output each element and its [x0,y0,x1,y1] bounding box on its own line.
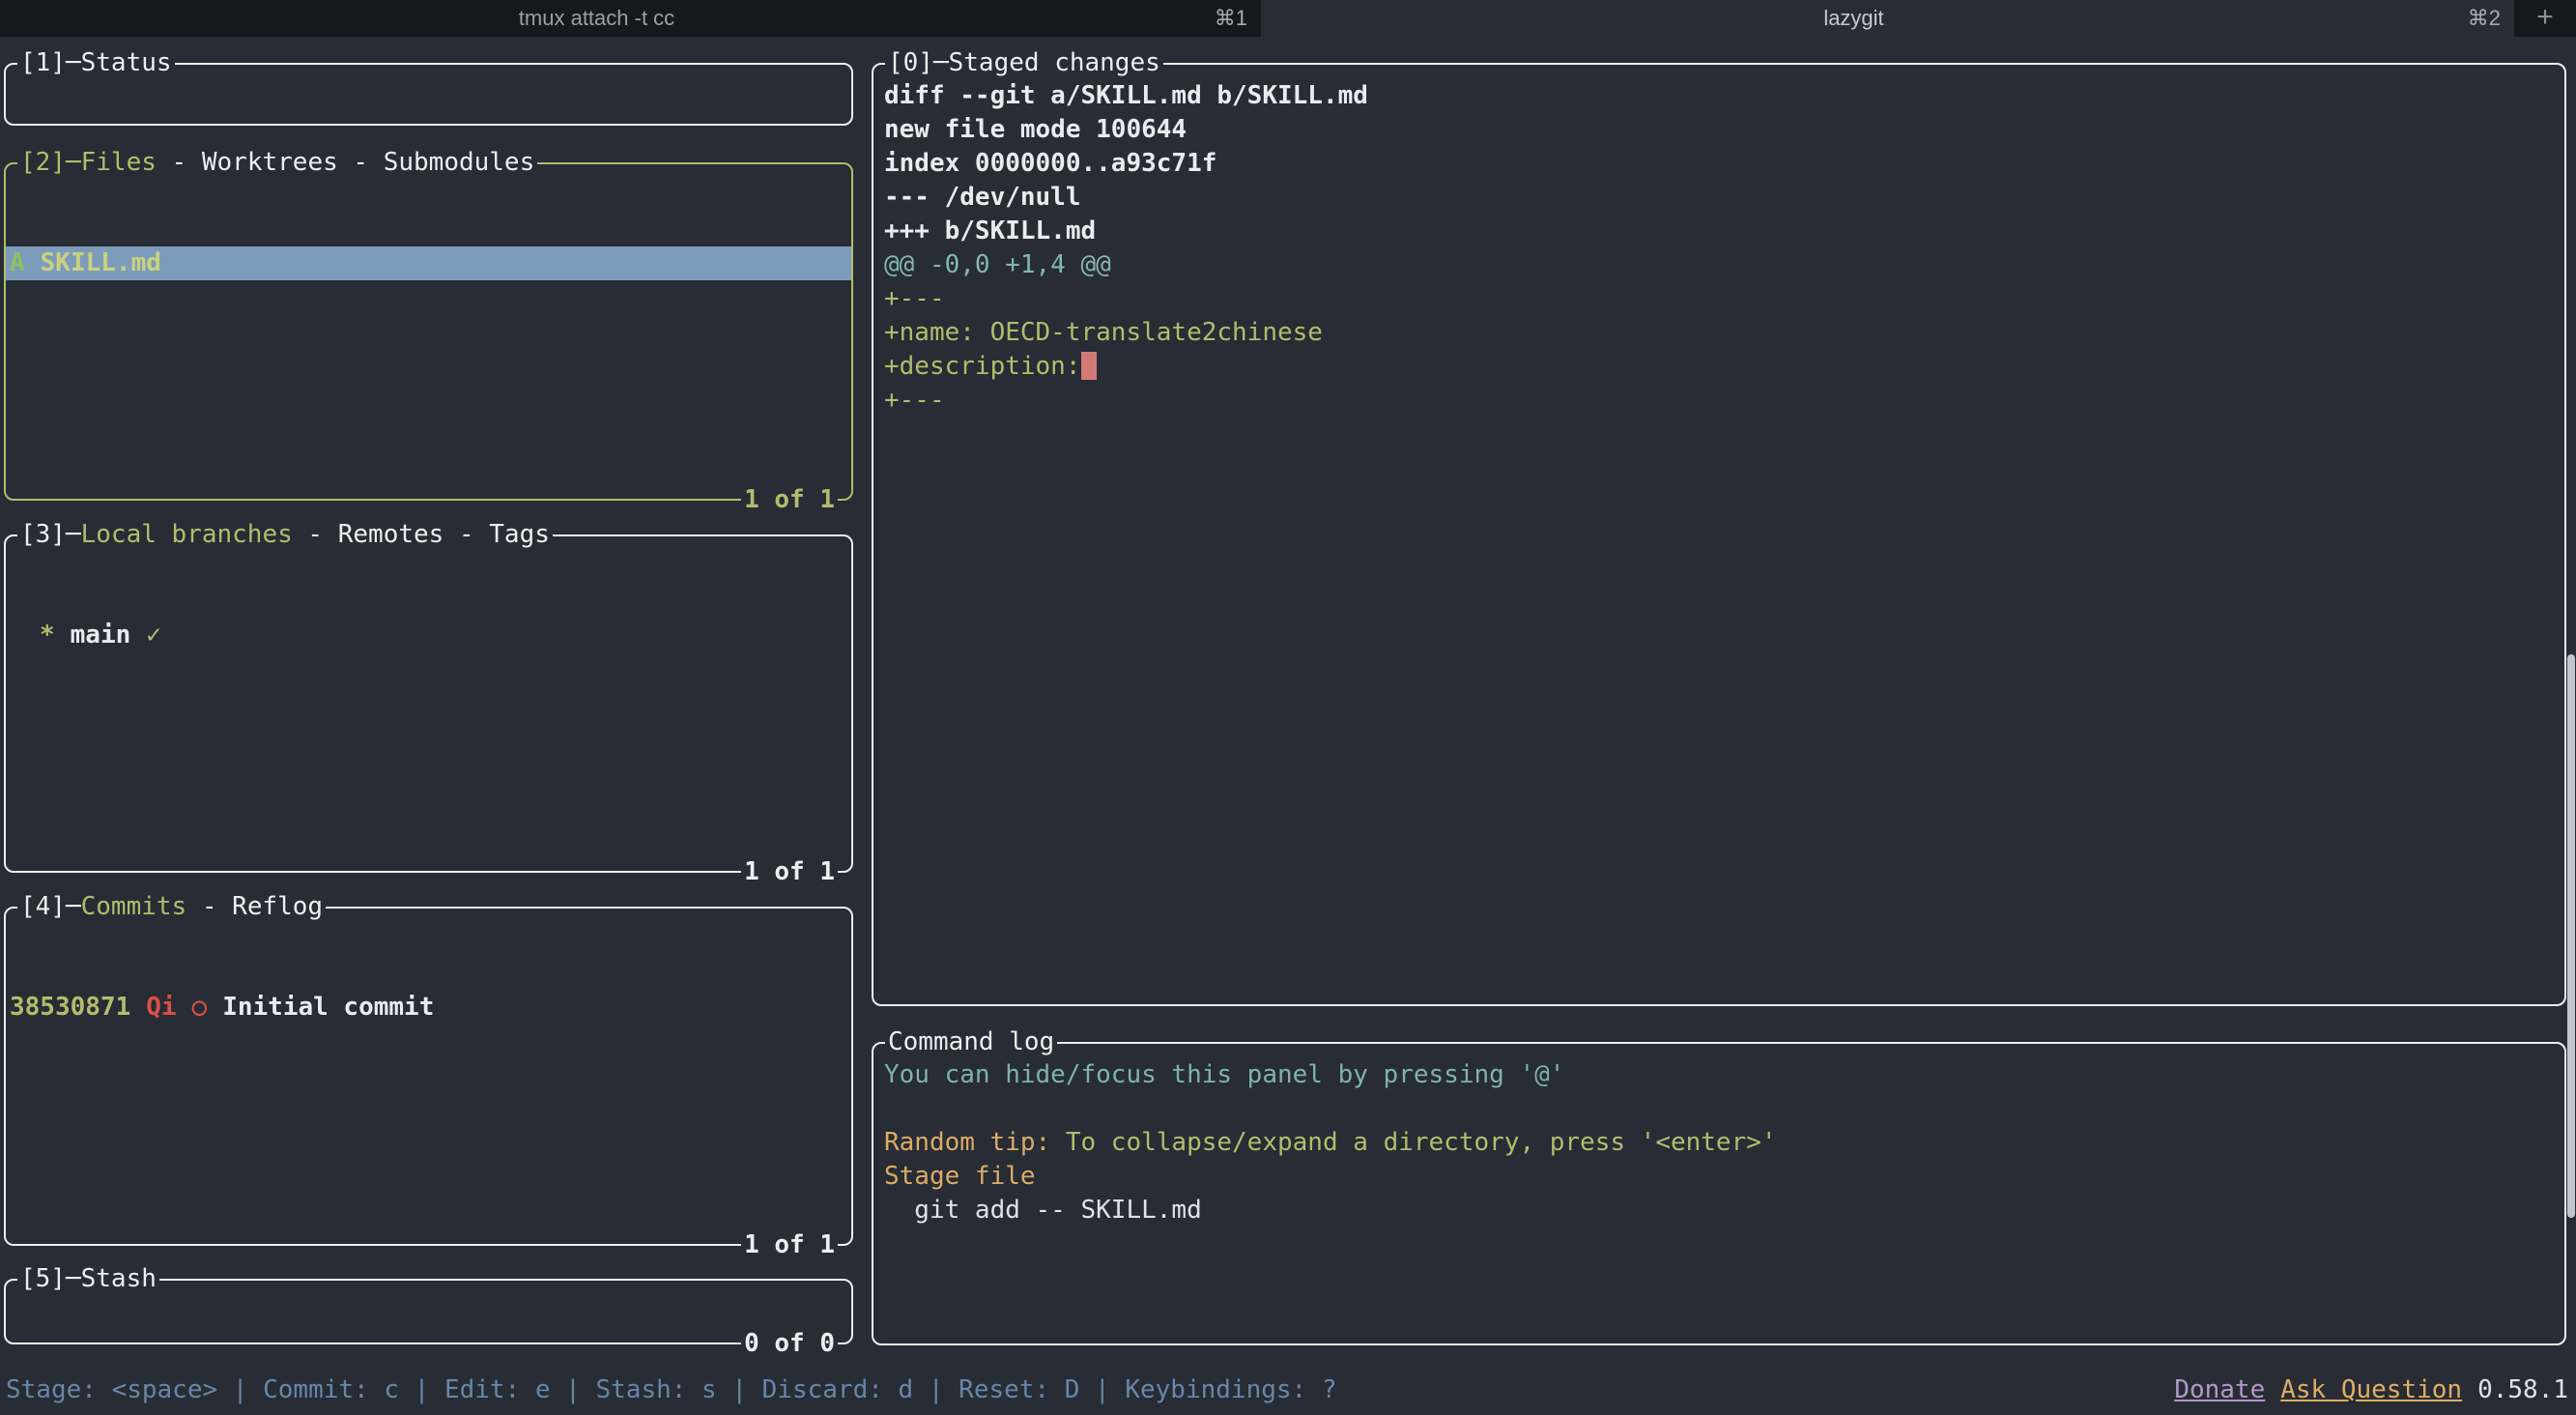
files-panel[interactable]: [2]─Files - Worktrees - Submodules ASKIL… [4,162,853,501]
log-segment: You can hide/focus this panel by pressin… [884,1060,1564,1089]
command-log-line: git add -- SKILL.md [873,1194,2564,1227]
diff-line: +name: OECD-translate2chinese [873,316,2564,350]
file-name: SKILL.md [41,248,161,277]
diff-line: index 0000000..a93c71f [873,147,2564,181]
branches-panel[interactable]: [3]─Local branches - Remotes - Tags *mai… [4,534,853,873]
diff-line: +++ b/SKILL.md [873,215,2564,248]
tab-lazygit[interactable]: lazygit ⌘2 [1261,0,2514,37]
branch-pushed-check-icon: ✓ [146,621,161,650]
tab-shortcut-cmd2: ⌘2 [2468,0,2501,37]
tab-title: tmux attach -t cc [0,0,1193,37]
status-bar: Stage: <space> | Commit: c | Edit: e | S… [0,1373,2576,1415]
tab-tmux-session[interactable]: tmux attach -t cc ⌘1 [0,0,1261,37]
window-scrollbar[interactable] [2567,654,2575,1218]
tab-bar: tmux attach -t cc ⌘1 lazygit ⌘2 + [0,0,2576,37]
log-segment: Stage file [884,1162,1036,1191]
branch-name: main [71,621,131,650]
commit-graph-node-icon: ○ [192,993,208,1022]
command-log-line: Random tip: To collapse/expand a directo… [873,1126,2564,1160]
ask-question-link[interactable]: Ask Question [2280,1375,2462,1404]
stash-panel[interactable]: [5]─Stash 0 of 0 [4,1279,853,1344]
files-counter: 1 of 1 [741,483,838,517]
terminal-window: tmux attach -t cc ⌘1 lazygit ⌘2 + [1]─St… [0,0,2576,1415]
stash-panel-title: [5]─Stash [17,1262,159,1296]
tab-shortcut-cmd1: ⌘1 [1215,0,1247,37]
command-log-line: You can hide/focus this panel by pressin… [873,1058,2564,1092]
diff-line: +--- [873,282,2564,316]
command-log-view: You can hide/focus this panel by pressin… [873,1044,2564,1343]
diff-line: diff --git a/SKILL.md b/SKILL.md [873,79,2564,113]
commits-counter: 1 of 1 [741,1228,838,1262]
new-tab-button[interactable]: + [2514,0,2576,37]
log-segment: git add -- SKILL.md [884,1196,1202,1225]
branch-recency-marker: * [40,621,55,650]
branches-counter: 1 of 1 [741,855,838,889]
file-status-added: A [10,248,25,277]
diff-line: +description: [873,350,2564,384]
commit-message: Initial commit [222,993,434,1022]
file-row-skill-md[interactable]: A SKILL.md [6,246,851,280]
keybindings-hint: Stage: <space> | Commit: c | Edit: e | S… [6,1373,1337,1407]
log-segment: To collapse/expand a directory, press '<… [1066,1128,1777,1157]
version-label: 0.58.1 [2477,1375,2568,1404]
commit-hash: 38530871 [10,993,130,1022]
log-segment: Random tip: [884,1128,1066,1157]
diff-line: @@ -0,0 +1,4 @@ [873,248,2564,282]
donate-link[interactable]: Donate [2174,1375,2265,1404]
command-log-panel[interactable]: Command log You can hide/focus this pane… [872,1042,2566,1345]
diff-line: new file mode 100644 [873,113,2564,147]
diff-line: --- /dev/null [873,181,2564,215]
status-panel[interactable]: [1]─Status ✓OECD-translate2chinese → mai… [4,63,853,126]
staged-changes-panel[interactable]: [0]─Staged changes diff --git a/SKILL.md… [872,63,2566,1006]
stash-counter: 0 of 0 [741,1327,838,1361]
diff-view: diff --git a/SKILL.md b/SKILL.mdnew file… [873,65,2564,1004]
commit-author: Qi [146,993,176,1022]
branch-row-main[interactable]: * main ✓ [6,619,851,652]
commits-panel[interactable]: [4]─Commits - Reflog 38530871Qi○Initial … [4,907,853,1246]
commit-row[interactable]: 38530871 Qi ○ Initial commit [6,991,851,1025]
tab-title: lazygit [1261,0,2447,37]
command-log-line [873,1092,2564,1126]
status-bar-right: Donate Ask Question 0.58.1 [2174,1373,2568,1407]
command-log-line: Stage file [873,1160,2564,1194]
plus-icon: + [2536,1,2554,33]
text-cursor [1081,352,1097,380]
diff-line: +--- [873,384,2564,418]
